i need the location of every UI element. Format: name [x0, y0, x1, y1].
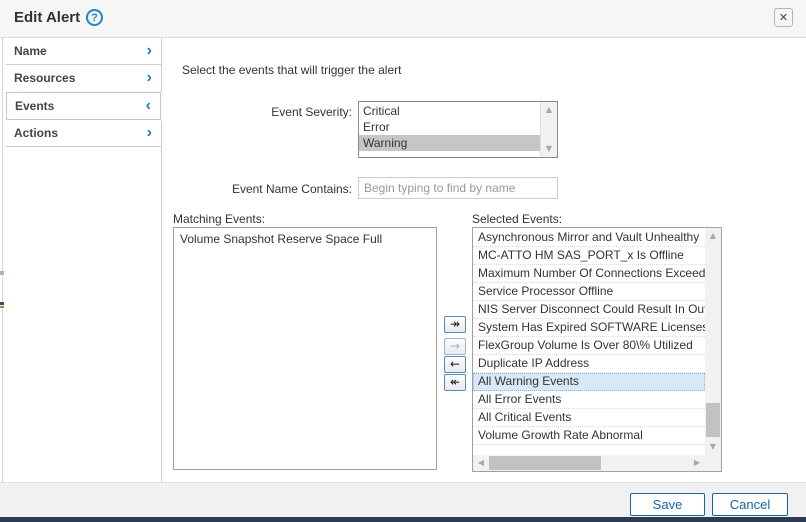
list-item[interactable]: Service Processor Offline	[473, 283, 705, 301]
matching-events-label: Matching Events:	[173, 212, 265, 226]
list-item[interactable]: Asynchronous Mirror and Vault Unhealthy	[473, 229, 705, 247]
matching-events-list[interactable]: Volume Snapshot Reserve Space Full	[173, 227, 437, 470]
scroll-down-icon[interactable]: ▼	[541, 142, 557, 156]
event-severity-listbox[interactable]: Critical Error Warning ▲ ▼	[358, 101, 558, 158]
save-button[interactable]: Save	[630, 493, 705, 516]
severity-option-critical[interactable]: Critical	[359, 103, 540, 119]
horizontal-scrollbar-thumb[interactable]	[489, 456, 601, 470]
list-item[interactable]: Volume Growth Rate Abnormal	[473, 427, 705, 445]
sidebar-item-label: Name	[14, 44, 47, 58]
page-bottom-bar	[0, 517, 806, 522]
severity-option-error[interactable]: Error	[359, 119, 540, 135]
help-icon[interactable]: ?	[86, 9, 103, 26]
sidebar-item-actions[interactable]: Actions ›	[6, 120, 161, 147]
scroll-up-icon[interactable]: ▲	[541, 103, 557, 117]
sidebar-item-resources[interactable]: Resources ›	[6, 65, 161, 92]
background-artifact	[0, 271, 4, 275]
chevron-left-icon: ‹	[146, 93, 151, 119]
event-name-contains-label: Event Name Contains:	[182, 182, 352, 196]
wizard-sidebar: Name › Resources › Events ‹ Actions ›	[6, 38, 161, 147]
list-item[interactable]: NIS Server Disconnect Could Result In Ou…	[473, 301, 705, 319]
selected-events-list[interactable]: Asynchronous Mirror and Vault Unhealthy …	[472, 227, 722, 472]
sidebar-item-name[interactable]: Name ›	[6, 38, 161, 65]
selected-events-rows: Asynchronous Mirror and Vault Unhealthy …	[473, 229, 705, 455]
sidebar-item-label: Actions	[14, 126, 58, 140]
list-item[interactable]: Maximum Number Of Connections Exceeded F…	[473, 265, 705, 283]
background-page-edge	[2, 0, 3, 522]
background-artifact	[0, 306, 4, 308]
list-item[interactable]: Volume Snapshot Reserve Space Full	[174, 228, 436, 250]
severity-option-warning[interactable]: Warning	[359, 135, 540, 151]
scrollbar-corner	[705, 455, 721, 471]
list-item-selected[interactable]: All Warning Events	[473, 373, 705, 391]
event-name-filter-input[interactable]	[358, 177, 558, 199]
scroll-left-icon[interactable]: ◀	[474, 455, 488, 471]
dialog-title: Edit Alert	[14, 9, 80, 26]
remove-all-button[interactable]: ↞	[444, 374, 466, 391]
event-severity-label: Event Severity:	[182, 105, 352, 119]
add-button[interactable]: →	[444, 338, 466, 355]
list-item[interactable]: MC-ATTO HM SAS_PORT_x Is Offline	[473, 247, 705, 265]
add-all-button[interactable]: ↠	[444, 316, 466, 333]
scroll-right-icon[interactable]: ▶	[690, 455, 704, 471]
list-item[interactable]: Duplicate IP Address	[473, 355, 705, 373]
sidebar-divider	[161, 38, 162, 93]
close-icon[interactable]: ✕	[774, 8, 793, 27]
list-item[interactable]: All Error Events	[473, 391, 705, 409]
sidebar-item-label: Events	[15, 99, 54, 113]
remove-button[interactable]: ←	[444, 356, 466, 373]
scroll-up-icon[interactable]: ▲	[705, 229, 721, 243]
sidebar-item-label: Resources	[14, 71, 75, 85]
sidebar-divider	[161, 121, 162, 482]
selected-events-label: Selected Events:	[472, 212, 562, 226]
list-item[interactable]: All Critical Events	[473, 409, 705, 427]
vertical-scrollbar-thumb[interactable]	[706, 403, 720, 437]
chevron-right-icon: ›	[147, 38, 152, 64]
list-item[interactable]: FlexGroup Volume Is Over 80\% Utilized	[473, 337, 705, 355]
vertical-scrollbar[interactable]: ▲ ▼	[705, 228, 721, 455]
background-artifact	[0, 302, 4, 305]
severity-scrollbar[interactable]: ▲ ▼	[540, 102, 557, 157]
instruction-text: Select the events that will trigger the …	[182, 63, 401, 77]
scroll-down-icon[interactable]: ▼	[705, 440, 721, 454]
sidebar-item-events[interactable]: Events ‹	[6, 92, 161, 120]
chevron-right-icon: ›	[147, 120, 152, 146]
horizontal-scrollbar[interactable]: ◀ ▶	[473, 455, 705, 471]
edit-alert-dialog: Edit Alert ? ✕ Name › Resources › Events…	[0, 0, 806, 522]
dialog-header: Edit Alert ? ✕	[0, 0, 806, 38]
cancel-button[interactable]: Cancel	[712, 493, 788, 516]
chevron-right-icon: ›	[147, 65, 152, 91]
list-item[interactable]: System Has Expired SOFTWARE Licenses	[473, 319, 705, 337]
severity-options: Critical Error Warning	[359, 103, 540, 151]
